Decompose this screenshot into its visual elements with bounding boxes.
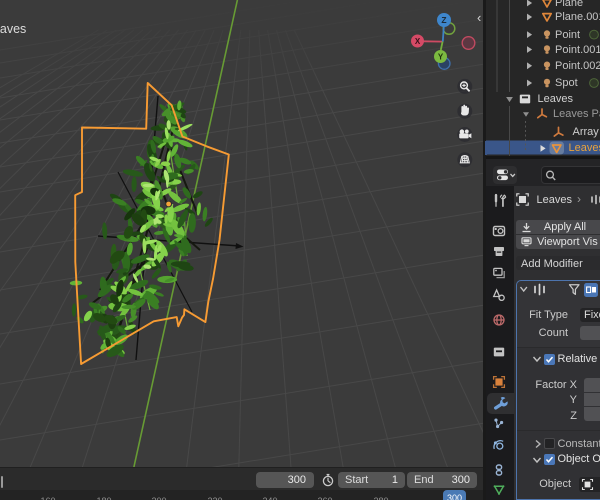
svg-text:X: X: [415, 37, 421, 46]
svg-text:Y: Y: [438, 52, 444, 61]
svg-text:Z: Z: [441, 15, 446, 25]
